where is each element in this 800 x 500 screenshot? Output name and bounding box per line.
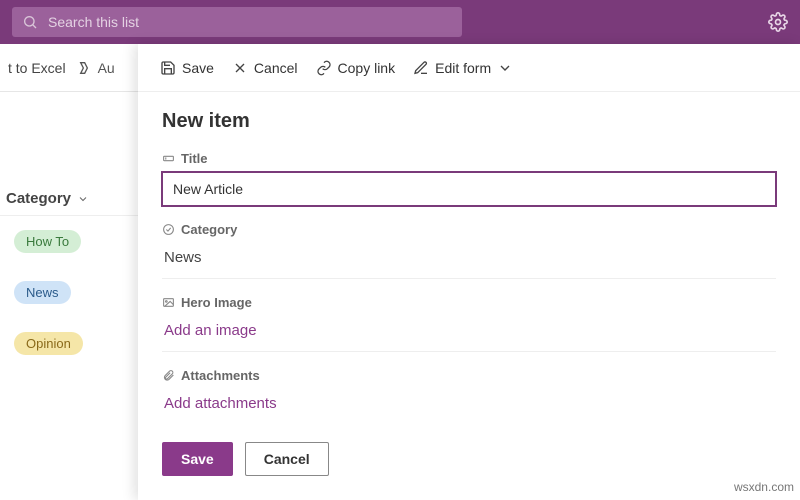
search-input-wrapper[interactable]: Search this list: [12, 7, 462, 37]
panel-toolbar: Save Cancel Copy link Edit form: [138, 44, 800, 92]
settings-button[interactable]: [768, 12, 788, 32]
image-icon: [162, 296, 175, 309]
search-placeholder: Search this list: [48, 14, 139, 30]
category-field-label: Category: [162, 222, 776, 237]
close-icon: [232, 60, 248, 76]
add-attachments-action[interactable]: Add attachments: [162, 389, 776, 424]
category-pill-opinion[interactable]: Opinion: [14, 332, 83, 355]
toolbar-export-fragment[interactable]: t to Excel: [8, 60, 66, 76]
link-icon: [316, 60, 332, 76]
category-pill-howto[interactable]: How To: [14, 230, 81, 253]
save-button[interactable]: Save: [162, 442, 233, 476]
category-header-label: Category: [6, 190, 71, 207]
title-field-label: Title: [162, 151, 776, 166]
save-icon: [160, 60, 176, 76]
add-image-action[interactable]: Add an image: [162, 316, 776, 352]
panel-save-command[interactable]: Save: [160, 60, 214, 76]
panel-editform-label: Edit form: [435, 60, 491, 76]
panel-save-label: Save: [182, 60, 214, 76]
category-column-header[interactable]: Category: [0, 182, 138, 216]
pencil-icon: [413, 60, 429, 76]
attachments-field-label: Attachments: [162, 368, 776, 383]
search-icon: [22, 14, 38, 30]
cancel-button[interactable]: Cancel: [245, 442, 329, 476]
panel-body: New item Title Category News Hero Image …: [138, 92, 800, 494]
chevron-down-icon: [497, 60, 513, 76]
panel-cancel-label: Cancel: [254, 60, 298, 76]
choice-icon: [162, 223, 175, 236]
title-input[interactable]: [162, 172, 776, 206]
category-field-value[interactable]: News: [162, 243, 776, 279]
new-item-panel: Save Cancel Copy link Edit form New item…: [138, 44, 800, 500]
gear-icon: [768, 12, 788, 32]
category-pill-news[interactable]: News: [14, 281, 71, 304]
text-field-icon: [162, 152, 175, 165]
flow-icon: [78, 60, 94, 76]
left-column: Category How To News Opinion: [0, 92, 138, 369]
button-row: Save Cancel: [162, 442, 776, 476]
app-topbar: Search this list: [0, 0, 800, 44]
chevron-down-icon: [77, 193, 89, 205]
toolbar-automate-fragment[interactable]: Au: [78, 60, 115, 76]
hero-image-field-label: Hero Image: [162, 295, 776, 310]
panel-cancel-command[interactable]: Cancel: [232, 60, 298, 76]
panel-title: New item: [162, 110, 776, 133]
panel-copylink-command[interactable]: Copy link: [316, 60, 396, 76]
panel-copylink-label: Copy link: [338, 60, 396, 76]
paperclip-icon: [162, 369, 175, 382]
panel-editform-command[interactable]: Edit form: [413, 60, 513, 76]
watermark: wsxdn.com: [734, 480, 794, 494]
